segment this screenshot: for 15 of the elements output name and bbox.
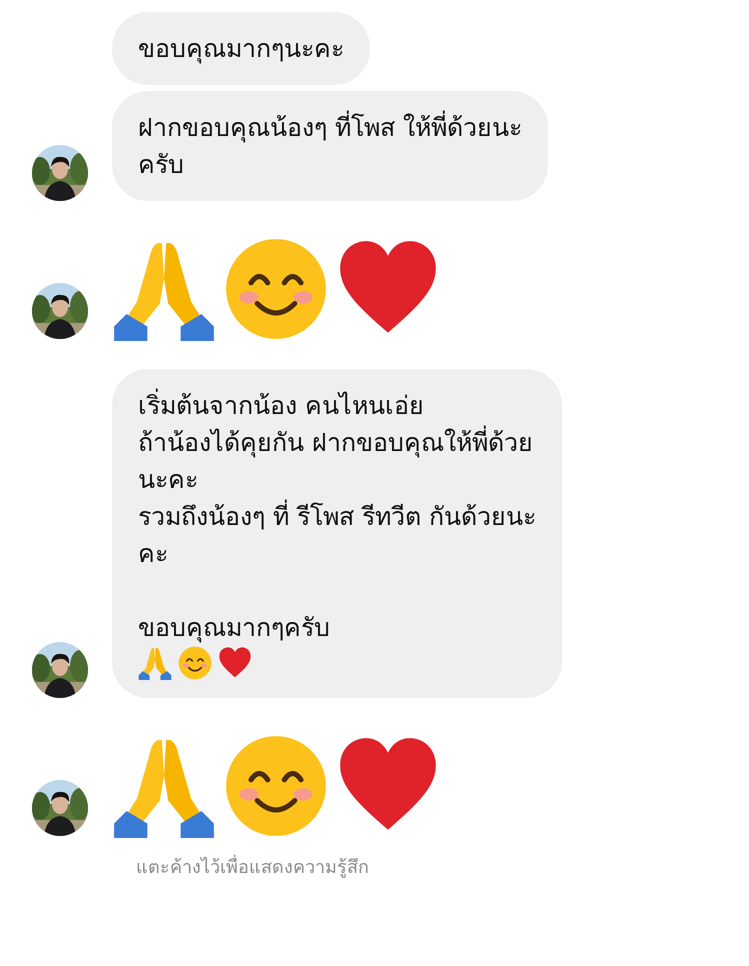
message-text: ถ้าน้องได้คุยกัน ฝากขอบคุณให้พี่ด้วย	[138, 424, 536, 461]
smiling-face-icon	[224, 237, 328, 341]
message-text: ครับ	[138, 149, 185, 181]
message-text: รวมถึงน้องๆ ที่ รีโพส รีทวีต กันด้วยนะ	[138, 498, 536, 535]
message-text: ฝากขอบคุณน้องๆ ที่โพส ให้พี่ด้วยนะ	[138, 109, 522, 146]
folded-hands-icon	[138, 646, 172, 680]
message-text: ขอบคุณมากๆครับ	[138, 612, 331, 644]
message-text: คะ	[138, 538, 169, 570]
message-text: เริ่มต้นจากน้อง คนไหนเอ่ย	[138, 387, 536, 424]
heart-icon	[218, 646, 252, 680]
message-text: ขอบคุณมากๆนะคะ	[138, 33, 344, 66]
smiling-face-icon	[178, 646, 212, 680]
hint-text: แตะค้างไว้เพื่อแสดงความรู้สึก	[136, 852, 749, 881]
smiling-face-icon	[224, 734, 328, 838]
message-text: นะคะ	[138, 464, 199, 496]
